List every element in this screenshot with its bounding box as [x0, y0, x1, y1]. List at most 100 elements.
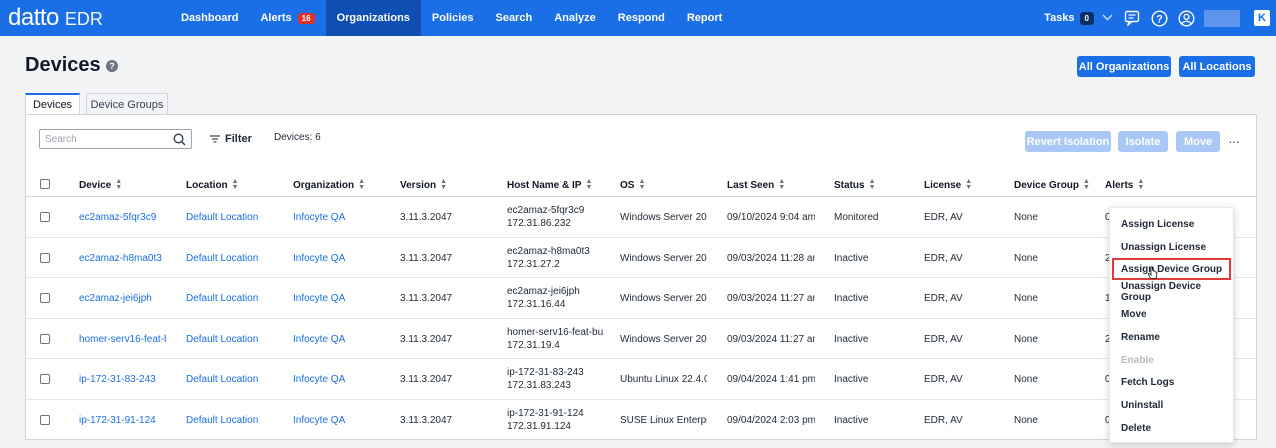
location-link[interactable]: Default Location: [186, 212, 286, 223]
collapse-icon[interactable]: K: [1254, 10, 1270, 26]
tasks-count-badge: 0: [1079, 11, 1094, 25]
status-cell: Monitored: [834, 212, 879, 223]
header-label: Alerts: [1105, 179, 1134, 191]
device-link[interactable]: homer-serv16-feat-bug: [79, 334, 166, 345]
column-header-organization[interactable]: Organization ▲ ▼: [293, 179, 365, 191]
host-cell: ip-172-31-83-243 172.31.83.243: [507, 366, 603, 392]
menu-item-rename[interactable]: Rename: [1110, 326, 1233, 348]
table-header: Device ▲ ▼ Location ▲ ▼ Organization ▲ ▼ Versi…: [26, 173, 1256, 197]
row-checkbox[interactable]: [40, 293, 50, 304]
license-cell: EDR, AV: [924, 212, 963, 223]
column-header-version[interactable]: Version ▲ ▼: [400, 179, 447, 191]
host-ip: 172.31.86.232: [507, 218, 571, 229]
more-actions-icon[interactable]: ···: [1228, 133, 1240, 149]
user-avatar-icon[interactable]: [1177, 9, 1195, 27]
menu-item-assign-device-group[interactable]: Assign Device Group: [1112, 258, 1231, 280]
row-checkbox[interactable]: [40, 252, 50, 263]
column-header-device[interactable]: Device ▲ ▼: [79, 179, 122, 191]
search-input[interactable]: Search: [39, 129, 192, 149]
device-link[interactable]: ec2amaz-5fqr3c9: [79, 212, 179, 223]
table-row[interactable]: homer-serv16-feat-bug Default Location I…: [26, 319, 1256, 360]
column-header-status[interactable]: Status ▲ ▼: [834, 179, 876, 191]
table-row[interactable]: ip-172-31-83-243 Default Location Infocy…: [26, 359, 1256, 400]
help-icon[interactable]: ?: [106, 60, 118, 72]
column-header-license[interactable]: License ▲ ▼: [924, 179, 972, 191]
tab-device-groups[interactable]: Device Groups: [86, 93, 168, 115]
nav-respond[interactable]: Respond: [607, 0, 676, 36]
tasks-menu[interactable]: Tasks 0: [1044, 11, 1094, 25]
menu-item-unassign-license[interactable]: Unassign License: [1110, 236, 1233, 258]
page-title: Devices: [25, 54, 101, 76]
all-organizations-button[interactable]: All Organizations: [1077, 56, 1171, 77]
isolate-button[interactable]: Isolate: [1118, 131, 1168, 152]
column-header-device-group[interactable]: Device Group ▲ ▼: [1014, 179, 1090, 191]
revert-isolation-button[interactable]: Revert Isolation: [1025, 131, 1111, 152]
location-link[interactable]: Default Location: [186, 415, 286, 426]
alerts-count-badge: 16: [297, 12, 315, 24]
table-row[interactable]: ec2amaz-jei6jph Default Location Infocyt…: [26, 278, 1256, 319]
device-link[interactable]: ec2amaz-h8ma0t3: [79, 253, 179, 264]
menu-item-fetch-logs[interactable]: Fetch Logs: [1110, 371, 1233, 393]
sort-icon: ▲ ▼: [358, 179, 366, 191]
location-link[interactable]: Default Location: [186, 374, 286, 385]
organization-link[interactable]: Infocyte QA: [293, 374, 393, 385]
table-row[interactable]: ip-172-31-91-124 Default Location Infocy…: [26, 400, 1256, 441]
last-seen-cell: 09/03/2024 11:27 am: [727, 333, 815, 345]
column-header-last-seen[interactable]: Last Seen ▲ ▼: [727, 179, 785, 191]
status-cell: Inactive: [834, 374, 869, 386]
host-cell: ec2amaz-5fqr3c9 172.31.86.232: [507, 204, 603, 230]
device-link[interactable]: ip-172-31-83-243: [79, 374, 179, 385]
help-circle-icon[interactable]: ?: [1150, 9, 1168, 27]
device-link[interactable]: ec2amaz-jei6jph: [79, 293, 179, 304]
location-link[interactable]: Default Location: [186, 293, 286, 304]
row-actions-menu: Assign License Unassign License Assign D…: [1109, 207, 1234, 443]
table-row[interactable]: ec2amaz-h8ma0t3 Default Location Infocyt…: [26, 238, 1256, 279]
nav-report[interactable]: Report: [676, 0, 733, 36]
nav-alerts[interactable]: Alerts 16: [249, 0, 325, 36]
filter-button[interactable]: Filter: [210, 133, 252, 145]
header-label: Host Name & IP: [507, 179, 582, 191]
organization-link[interactable]: Infocyte QA: [293, 293, 393, 304]
column-header-location[interactable]: Location ▲ ▼: [186, 179, 239, 191]
location-link[interactable]: Default Location: [186, 253, 286, 264]
nav-search[interactable]: Search: [484, 0, 543, 36]
menu-item-move[interactable]: Move: [1110, 303, 1233, 325]
sort-icon: ▲ ▼: [965, 179, 973, 191]
move-button[interactable]: Move: [1176, 131, 1220, 152]
nav-policies[interactable]: Policies: [421, 0, 485, 36]
user-name-redacted[interactable]: [1204, 9, 1240, 27]
brand-logo[interactable]: datto EDR: [8, 6, 168, 30]
header-label: Device Group: [1014, 179, 1080, 191]
menu-item-assign-license[interactable]: Assign License: [1110, 213, 1233, 235]
column-header-alerts[interactable]: Alerts ▲ ▼: [1105, 179, 1144, 191]
menu-item-unassign-device-group[interactable]: Unassign Device Group: [1110, 281, 1233, 303]
nav-dashboard[interactable]: Dashboard: [170, 0, 249, 36]
row-checkbox[interactable]: [40, 374, 50, 385]
organization-link[interactable]: Infocyte QA: [293, 253, 393, 264]
nav-analyze[interactable]: Analyze: [543, 0, 607, 36]
host-cell: homer-serv16-feat-bug 172.31.19.4: [507, 326, 603, 352]
chat-icon[interactable]: [1123, 9, 1141, 27]
column-header-os[interactable]: OS ▲ ▼: [620, 179, 645, 191]
device-link[interactable]: ip-172-31-91-124: [79, 415, 179, 426]
menu-item-uninstall[interactable]: Uninstall: [1110, 394, 1233, 416]
organization-link[interactable]: Infocyte QA: [293, 334, 393, 345]
brand-name: datto: [8, 4, 59, 31]
table-row[interactable]: ec2amaz-5fqr3c9 Default Location Infocyt…: [26, 197, 1256, 238]
all-locations-button[interactable]: All Locations: [1179, 56, 1255, 77]
row-checkbox[interactable]: [40, 212, 50, 222]
location-link[interactable]: Default Location: [186, 334, 286, 345]
menu-item-delete[interactable]: Delete: [1110, 417, 1233, 439]
select-all-checkbox[interactable]: [40, 179, 50, 189]
chevron-down-icon[interactable]: [1102, 13, 1113, 24]
organization-link[interactable]: Infocyte QA: [293, 415, 393, 426]
nav-organizations[interactable]: Organizations: [325, 0, 421, 36]
host-cell: ip-172-31-91-124 172.31.91.124: [507, 407, 603, 433]
search-icon[interactable]: [173, 133, 186, 149]
row-checkbox[interactable]: [40, 415, 50, 425]
column-header-host[interactable]: Host Name & IP ▲ ▼: [507, 179, 592, 191]
organization-link[interactable]: Infocyte QA: [293, 212, 393, 223]
version-cell: 3.11.3.2047: [400, 374, 453, 386]
tab-devices[interactable]: Devices: [25, 93, 80, 115]
row-checkbox[interactable]: [40, 333, 50, 344]
